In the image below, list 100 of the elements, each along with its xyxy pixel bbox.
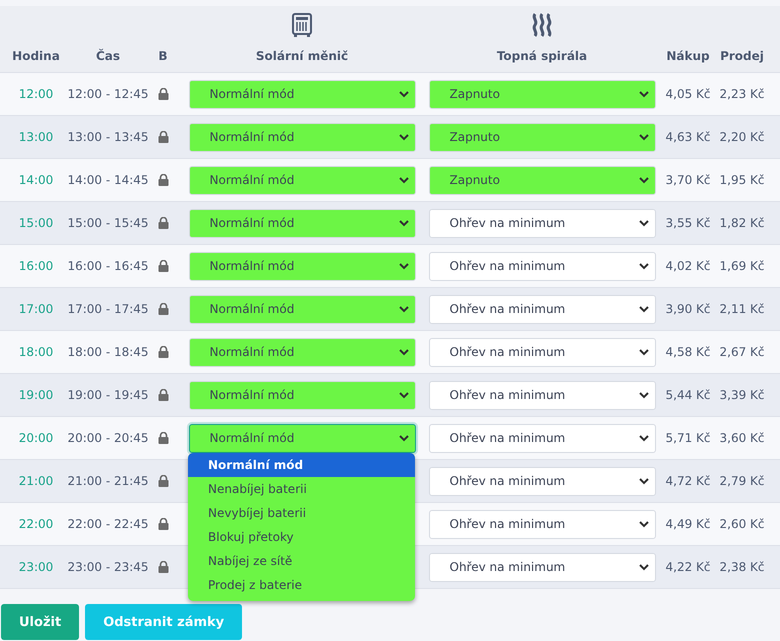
chevron-icon	[398, 90, 408, 98]
dropdown-option[interactable]: Blokuj přetoky	[188, 525, 415, 549]
sell-price-cell: 3,60 Kč	[720, 431, 764, 445]
sell-price-cell: 1,69 Kč	[720, 259, 764, 273]
heater-mode-select[interactable]: Ohřev na minimum	[428, 380, 656, 410]
chevron-icon	[638, 348, 648, 356]
heater-mode-select[interactable]: Ohřev na minimum	[428, 510, 656, 538]
buy-price-cell: 5,44 Kč	[666, 388, 710, 402]
hour-cell: 18:00	[18, 345, 54, 359]
time-range-cell: 23:00 - 23:45	[67, 560, 149, 574]
time-range-cell: 15:00 - 15:45	[67, 216, 149, 230]
column-header: Topná spirála	[496, 49, 588, 63]
sell-price-cell: 2,60 Kč	[720, 517, 764, 531]
buy-price-cell: 4,49 Kč	[666, 517, 710, 531]
inverter-mode-select[interactable]: Normální mód	[188, 122, 416, 152]
sell-price-cell: 2,79 Kč	[720, 474, 764, 488]
inverter-mode-select[interactable]: Normální mód	[188, 424, 416, 452]
dropdown-option[interactable]: Prodej z baterie	[188, 573, 415, 597]
sell-price-cell: 1,82 Kč	[720, 216, 764, 230]
heater-mode-select[interactable]: Ohřev na minimum	[428, 552, 656, 582]
heater-mode-select[interactable]: Zapnuto	[428, 80, 656, 108]
lock-icon	[158, 518, 168, 530]
heat-waves-icon	[531, 13, 553, 37]
sell-price-cell: 2,67 Kč	[720, 345, 764, 359]
column-header: B	[158, 49, 168, 63]
inverter-mode-select[interactable]: Normální mód	[188, 294, 416, 324]
lock-icon	[158, 346, 168, 358]
inverter-mode-select[interactable]: Normální mód	[188, 252, 416, 280]
chevron-icon	[638, 306, 648, 312]
hour-cell: 20:00	[18, 431, 54, 445]
sell-price-cell: 2,23 Kč	[720, 87, 764, 101]
heater-mode-select[interactable]: Ohřev na minimum	[428, 338, 656, 366]
inverter-icon	[292, 13, 312, 37]
inverter-mode-select[interactable]: Normální mód	[188, 166, 416, 194]
hour-cell: 23:00	[18, 560, 54, 574]
hour-cell: 22:00	[18, 517, 54, 531]
inverter-mode-select[interactable]: Normální mód	[188, 338, 416, 366]
heater-mode-select[interactable]: Ohřev na minimum	[428, 252, 656, 280]
chevron-icon	[398, 348, 408, 356]
time-range-cell: 16:00 - 16:45	[67, 259, 149, 273]
time-range-cell: 21:00 - 21:45	[67, 474, 149, 488]
buy-price-cell: 3,90 Kč	[666, 302, 710, 316]
buy-price-cell: 4,63 Kč	[666, 130, 710, 144]
chevron-icon	[638, 220, 648, 226]
sell-price-cell: 3,39 Kč	[720, 388, 764, 402]
chevron-icon	[398, 306, 408, 312]
lock-icon	[158, 174, 168, 186]
heater-mode-select[interactable]: Ohřev na minimum	[428, 294, 656, 324]
buy-price-cell: 3,55 Kč	[666, 216, 710, 230]
dropdown-option[interactable]: Normální mód	[188, 453, 415, 477]
sell-price-cell: 2,20 Kč	[720, 130, 764, 144]
lock-icon	[158, 432, 168, 444]
buy-price-cell: 3,70 Kč	[666, 173, 710, 187]
dropdown-option[interactable]: Nenabíjej baterii	[188, 477, 415, 501]
heater-mode-select[interactable]: Zapnuto	[428, 166, 656, 194]
chevron-icon	[398, 220, 408, 226]
chevron-icon	[398, 434, 408, 442]
column-header: Prodej	[720, 49, 764, 63]
time-range-cell: 18:00 - 18:45	[67, 345, 149, 359]
hour-cell: 15:00	[18, 216, 54, 230]
chevron-icon	[638, 176, 648, 184]
lock-icon	[158, 303, 168, 315]
buy-price-cell: 4,05 Kč	[666, 87, 710, 101]
hour-cell: 12:00	[18, 87, 54, 101]
hour-cell: 21:00	[18, 474, 54, 488]
heater-mode-select[interactable]: Zapnuto	[428, 122, 656, 152]
column-header: Solární měnič	[256, 49, 348, 63]
lock-icon	[158, 88, 168, 100]
sell-price-cell: 2,11 Kč	[720, 302, 764, 316]
lock-icon	[158, 217, 168, 229]
heater-mode-select[interactable]: Ohřev na minimum	[428, 424, 656, 452]
buy-price-cell: 4,22 Kč	[666, 560, 710, 574]
inverter-mode-select[interactable]: Normální mód	[188, 208, 416, 238]
lock-icon	[158, 561, 168, 573]
buy-price-cell: 4,02 Kč	[666, 259, 710, 273]
dropdown-option[interactable]: Nabíjej ze sítě	[188, 549, 415, 573]
hour-cell: 16:00	[18, 259, 54, 273]
chevron-icon	[638, 392, 648, 398]
heater-mode-select[interactable]: Ohřev na minimum	[428, 466, 656, 496]
chevron-icon	[638, 134, 648, 140]
dropdown-option[interactable]: Nevybíjej baterii	[188, 501, 415, 525]
hour-cell: 14:00	[18, 173, 54, 187]
column-header: Nákup	[666, 49, 710, 63]
time-range-cell: 14:00 - 14:45	[67, 173, 149, 187]
heater-mode-select[interactable]: Ohřev na minimum	[428, 208, 656, 238]
sell-price-cell: 2,38 Kč	[720, 560, 764, 574]
chevron-icon	[638, 262, 648, 270]
chevron-icon	[398, 392, 408, 398]
lock-icon	[158, 389, 168, 401]
buy-price-cell: 5,71 Kč	[666, 431, 710, 445]
hour-cell: 13:00	[18, 130, 54, 144]
buy-price-cell: 4,72 Kč	[666, 474, 710, 488]
inverter-mode-select[interactable]: Normální mód	[188, 380, 416, 410]
inverter-mode-select[interactable]: Normální mód	[188, 80, 416, 108]
lock-icon	[158, 260, 168, 272]
chevron-icon	[638, 564, 648, 570]
chevron-icon	[398, 262, 408, 270]
time-range-cell: 19:00 - 19:45	[67, 388, 149, 402]
time-range-cell: 22:00 - 22:45	[67, 517, 149, 531]
chevron-icon	[638, 520, 648, 528]
